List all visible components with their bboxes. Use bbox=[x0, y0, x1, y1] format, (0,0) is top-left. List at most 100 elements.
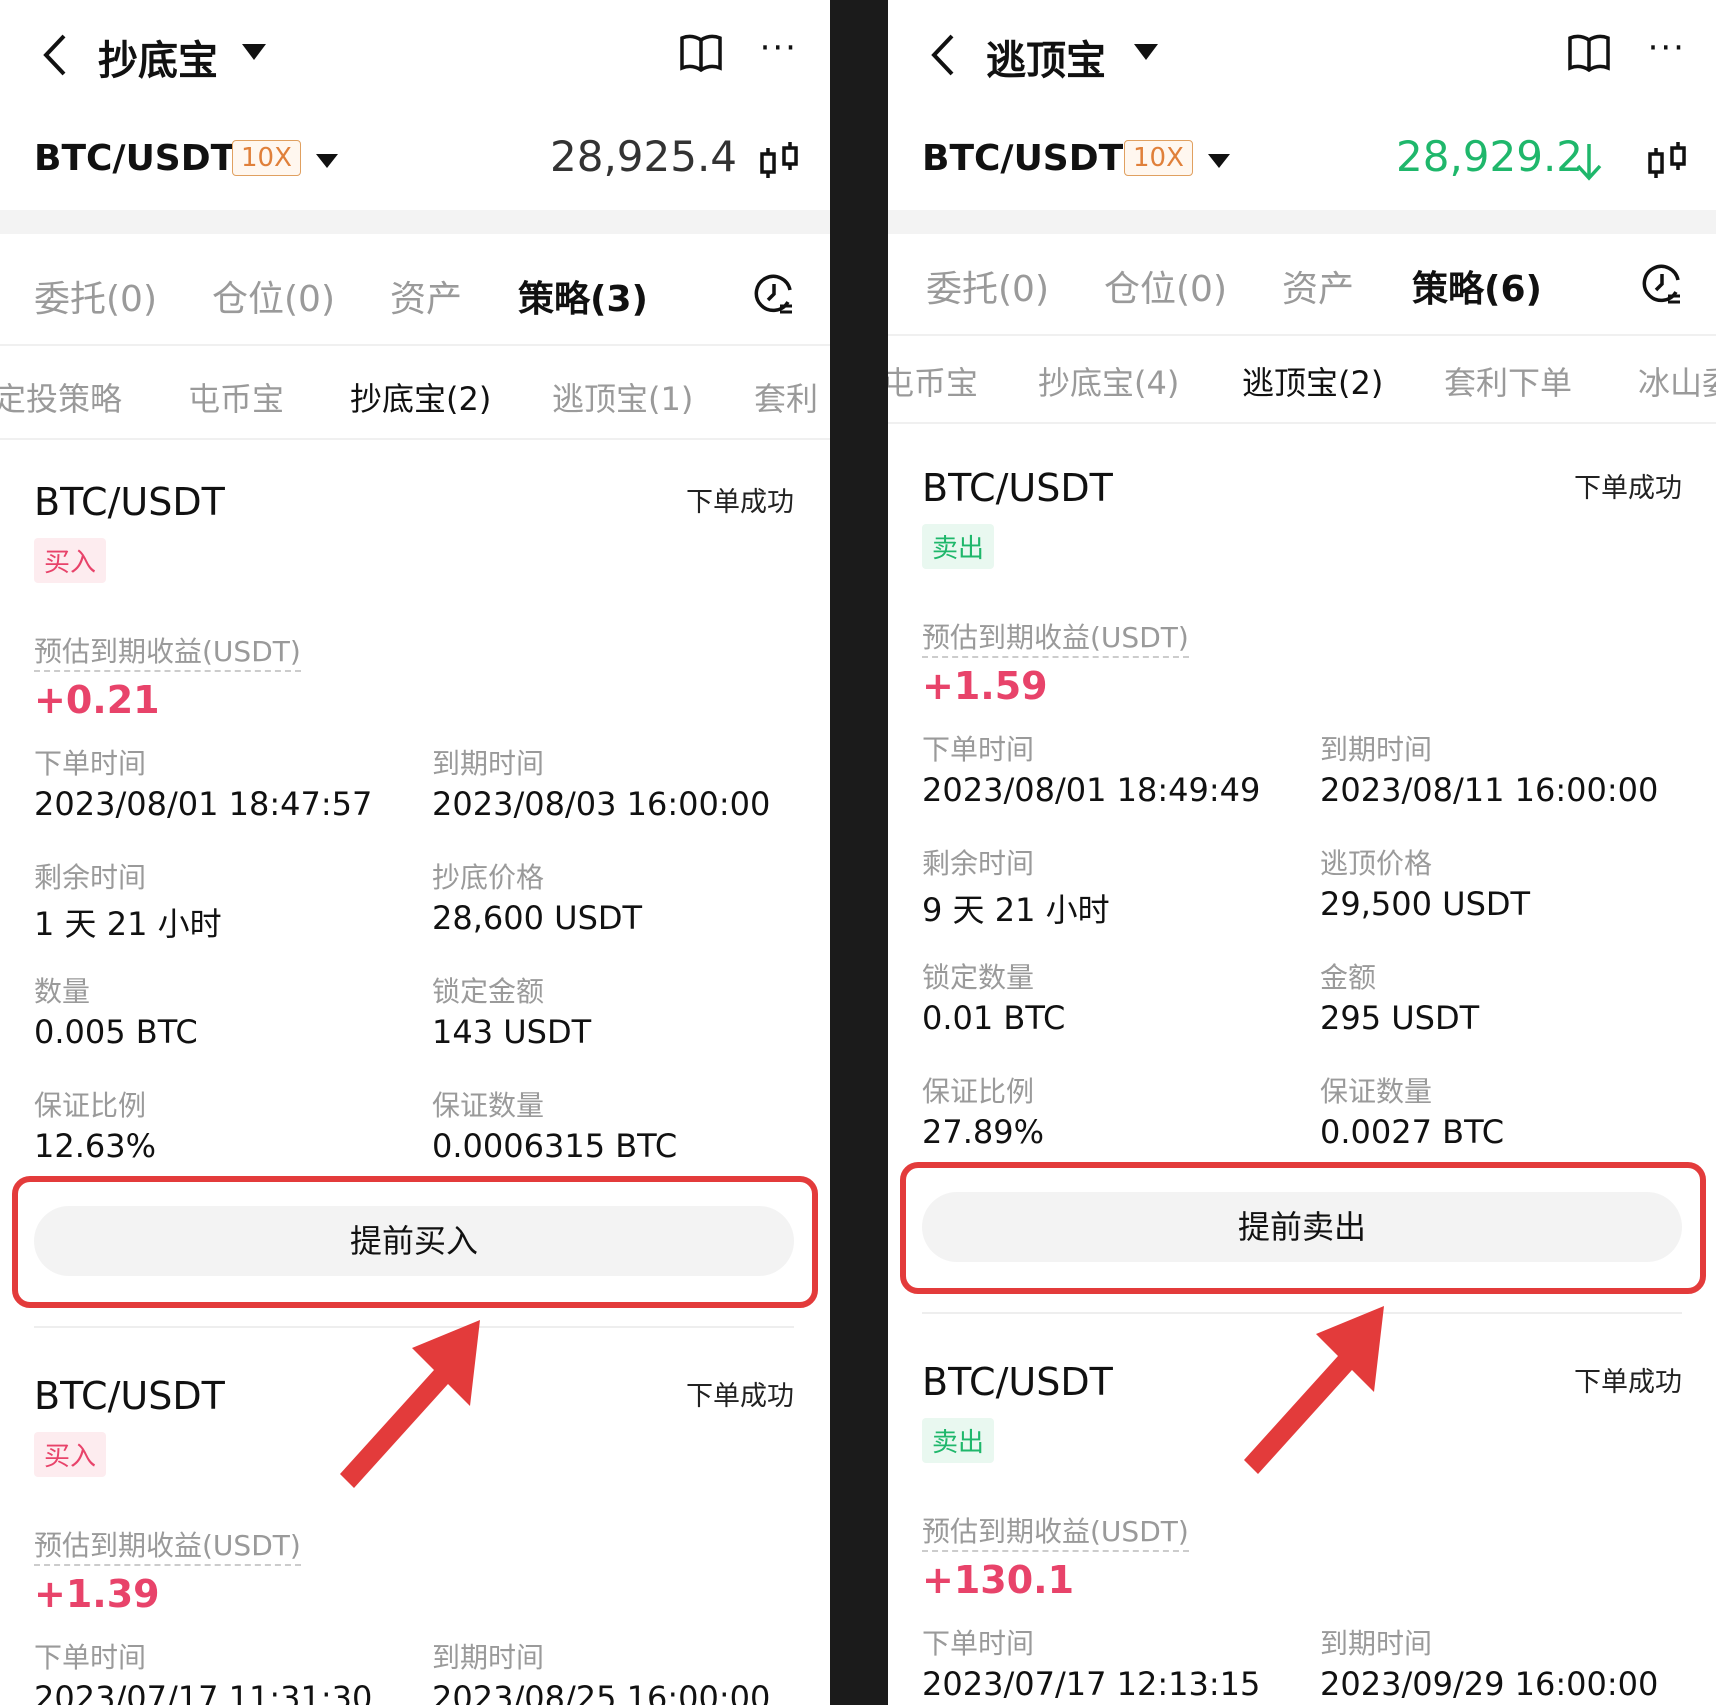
screenshot-stage: 抄底宝 ··· BTC/USDT 10X 28,925.4 委托(0) 仓位(0… bbox=[0, 0, 1716, 1705]
card-pair: BTC/USDT bbox=[34, 1374, 225, 1418]
back-icon[interactable] bbox=[924, 30, 964, 80]
estimated-earnings-label[interactable]: 预估到期收益(USDT) bbox=[922, 616, 1189, 658]
sub-tabs: 定投策略 屯币宝 抄底宝(2) 逃顶宝(1) 套利 bbox=[0, 354, 830, 440]
price-down-arrow-icon bbox=[1576, 144, 1602, 181]
status-badge: 下单成功 bbox=[686, 1381, 794, 1412]
locked-amount-value: 143 USDT bbox=[432, 1013, 592, 1051]
trigger-price-label: 抄底价格 bbox=[432, 861, 545, 894]
side-badge: 买入 bbox=[34, 538, 107, 583]
quantity-value: 0.005 BTC bbox=[34, 1013, 198, 1051]
estimated-earnings-label[interactable]: 预估到期收益(USDT) bbox=[922, 1510, 1189, 1552]
side-badge: 买入 bbox=[34, 1432, 107, 1477]
remaining-time-label: 剩余时间 bbox=[922, 847, 1035, 880]
expire-time-value: 2023/08/03 16:00:00 bbox=[432, 785, 771, 823]
order-time-value: 2023/08/01 18:49:49 bbox=[922, 771, 1261, 809]
margin-ratio-value: 12.63% bbox=[34, 1127, 157, 1165]
margin-quantity-label: 保证数量 bbox=[1320, 1075, 1433, 1108]
card-pair: BTC/USDT bbox=[34, 480, 225, 524]
tab-orders[interactable]: 委托(0) bbox=[926, 260, 1049, 312]
strategy-card: BTC/USDT 下单成功 卖出 预估到期收益(USDT) +130.1 下单时… bbox=[888, 1360, 1716, 1705]
subtab-top-escape[interactable]: 逃顶宝(1) bbox=[552, 374, 693, 420]
section-separator bbox=[0, 210, 830, 234]
margin-quantity-value: 0.0027 BTC bbox=[1320, 1113, 1505, 1151]
more-icon[interactable]: ··· bbox=[1648, 28, 1686, 68]
page-title[interactable]: 抄底宝 bbox=[98, 28, 218, 86]
expire-time-value: 2023/08/11 16:00:00 bbox=[1320, 771, 1659, 809]
kline-icon[interactable] bbox=[1646, 140, 1688, 182]
tab-strategy[interactable]: 策略(6) bbox=[1412, 260, 1542, 312]
side-badge: 卖出 bbox=[922, 1418, 995, 1463]
book-icon[interactable] bbox=[678, 32, 724, 74]
order-time-label: 下单时间 bbox=[922, 733, 1035, 766]
tab-assets[interactable]: 资产 bbox=[390, 270, 462, 322]
back-icon[interactable] bbox=[36, 30, 76, 80]
status-badge: 下单成功 bbox=[1574, 1367, 1682, 1398]
left-panel-bottom-fishing: 抄底宝 ··· BTC/USDT 10X 28,925.4 委托(0) 仓位(0… bbox=[0, 0, 830, 1705]
strategy-card: BTC/USDT 下单成功 买入 预估到期收益(USDT) +1.39 下单时间… bbox=[0, 1374, 830, 1705]
strategy-card: BTC/USDT 下单成功 卖出 预估到期收益(USDT) +1.59 下单时间… bbox=[888, 466, 1716, 1316]
tab-positions[interactable]: 仓位(0) bbox=[1104, 260, 1227, 312]
trigger-price-label: 逃顶价格 bbox=[1320, 847, 1433, 880]
pair-selector[interactable]: BTC/USDT bbox=[34, 138, 235, 179]
history-clock-icon[interactable] bbox=[1640, 262, 1684, 306]
quantity-label: 数量 bbox=[34, 975, 91, 1008]
subtab-top-escape[interactable]: 逃顶宝(2) bbox=[1242, 358, 1383, 404]
subtab-bottom-fishing[interactable]: 抄底宝(4) bbox=[1038, 358, 1179, 404]
order-time-value: 2023/07/17 12:13:15 bbox=[922, 1665, 1261, 1703]
caret-down-icon[interactable] bbox=[242, 44, 266, 60]
section-separator bbox=[888, 210, 1716, 234]
subtab-auto-invest[interactable]: 定投策略 bbox=[0, 374, 122, 420]
margin-ratio-label: 保证比例 bbox=[34, 1089, 147, 1122]
amount-value: 295 USDT bbox=[1320, 999, 1480, 1037]
caret-down-icon[interactable] bbox=[1134, 44, 1158, 60]
estimated-earnings-value: +1.59 bbox=[922, 664, 1048, 708]
highlight-box bbox=[900, 1162, 1706, 1294]
leverage-badge[interactable]: 10X bbox=[1124, 140, 1193, 176]
tab-orders[interactable]: 委托(0) bbox=[34, 270, 157, 322]
margin-quantity-value: 0.0006315 BTC bbox=[432, 1127, 678, 1165]
pair-selector[interactable]: BTC/USDT bbox=[922, 138, 1123, 179]
trigger-price-value: 29,500 USDT bbox=[1320, 885, 1531, 923]
main-tabs: 委托(0) 仓位(0) 资产 策略(3) bbox=[0, 244, 830, 346]
subtab-hodl[interactable]: 屯币宝 bbox=[188, 374, 284, 420]
expire-time-value: 2023/09/29 16:00:00 bbox=[1320, 1665, 1659, 1703]
side-badge: 卖出 bbox=[922, 524, 995, 569]
tab-strategy[interactable]: 策略(3) bbox=[518, 270, 648, 322]
subtab-arbitrage[interactable]: 套利 bbox=[754, 374, 818, 420]
caret-down-icon[interactable] bbox=[316, 154, 338, 168]
estimated-earnings-label[interactable]: 预估到期收益(USDT) bbox=[34, 630, 301, 672]
subtab-iceberg[interactable]: 冰山委 bbox=[1638, 358, 1716, 404]
last-price: 28,925.4 bbox=[550, 132, 738, 181]
subtab-arbitrage-order[interactable]: 套利下单 bbox=[1444, 358, 1572, 404]
trigger-price-value: 28,600 USDT bbox=[432, 899, 643, 937]
remaining-time-value: 1 天 21 小时 bbox=[34, 905, 222, 943]
caret-down-icon[interactable] bbox=[1208, 154, 1230, 168]
tab-assets[interactable]: 资产 bbox=[1282, 260, 1354, 312]
expire-time-label: 到期时间 bbox=[432, 747, 545, 780]
history-clock-icon[interactable] bbox=[752, 272, 796, 316]
sub-tabs: 屯币宝 抄底宝(4) 逃顶宝(2) 套利下单 冰山委 bbox=[888, 338, 1716, 424]
highlight-box bbox=[12, 1176, 818, 1308]
pair-row: BTC/USDT 10X 28,925.4 bbox=[0, 120, 830, 200]
status-badge: 下单成功 bbox=[1574, 473, 1682, 504]
page-title[interactable]: 逃顶宝 bbox=[986, 28, 1106, 86]
last-price: 28,929.2 bbox=[1396, 132, 1584, 181]
remaining-time-value: 9 天 21 小时 bbox=[922, 891, 1110, 929]
tab-positions[interactable]: 仓位(0) bbox=[212, 270, 335, 322]
order-time-label: 下单时间 bbox=[34, 1641, 147, 1674]
more-icon[interactable]: ··· bbox=[760, 28, 798, 68]
leverage-badge[interactable]: 10X bbox=[232, 140, 301, 176]
estimated-earnings-value: +130.1 bbox=[922, 1558, 1075, 1602]
estimated-earnings-value: +0.21 bbox=[34, 678, 160, 722]
subtab-hodl[interactable]: 屯币宝 bbox=[888, 358, 978, 404]
order-time-label: 下单时间 bbox=[922, 1627, 1035, 1660]
top-bar: 抄底宝 ··· bbox=[0, 0, 830, 110]
subtab-bottom-fishing[interactable]: 抄底宝(2) bbox=[350, 374, 491, 420]
estimated-earnings-label[interactable]: 预估到期收益(USDT) bbox=[34, 1524, 301, 1566]
pair-row: BTC/USDT 10X 28,929.2 bbox=[888, 120, 1716, 200]
card-pair: BTC/USDT bbox=[922, 466, 1113, 510]
margin-quantity-label: 保证数量 bbox=[432, 1089, 545, 1122]
remaining-time-label: 剩余时间 bbox=[34, 861, 147, 894]
kline-icon[interactable] bbox=[758, 140, 800, 182]
book-icon[interactable] bbox=[1566, 32, 1612, 74]
